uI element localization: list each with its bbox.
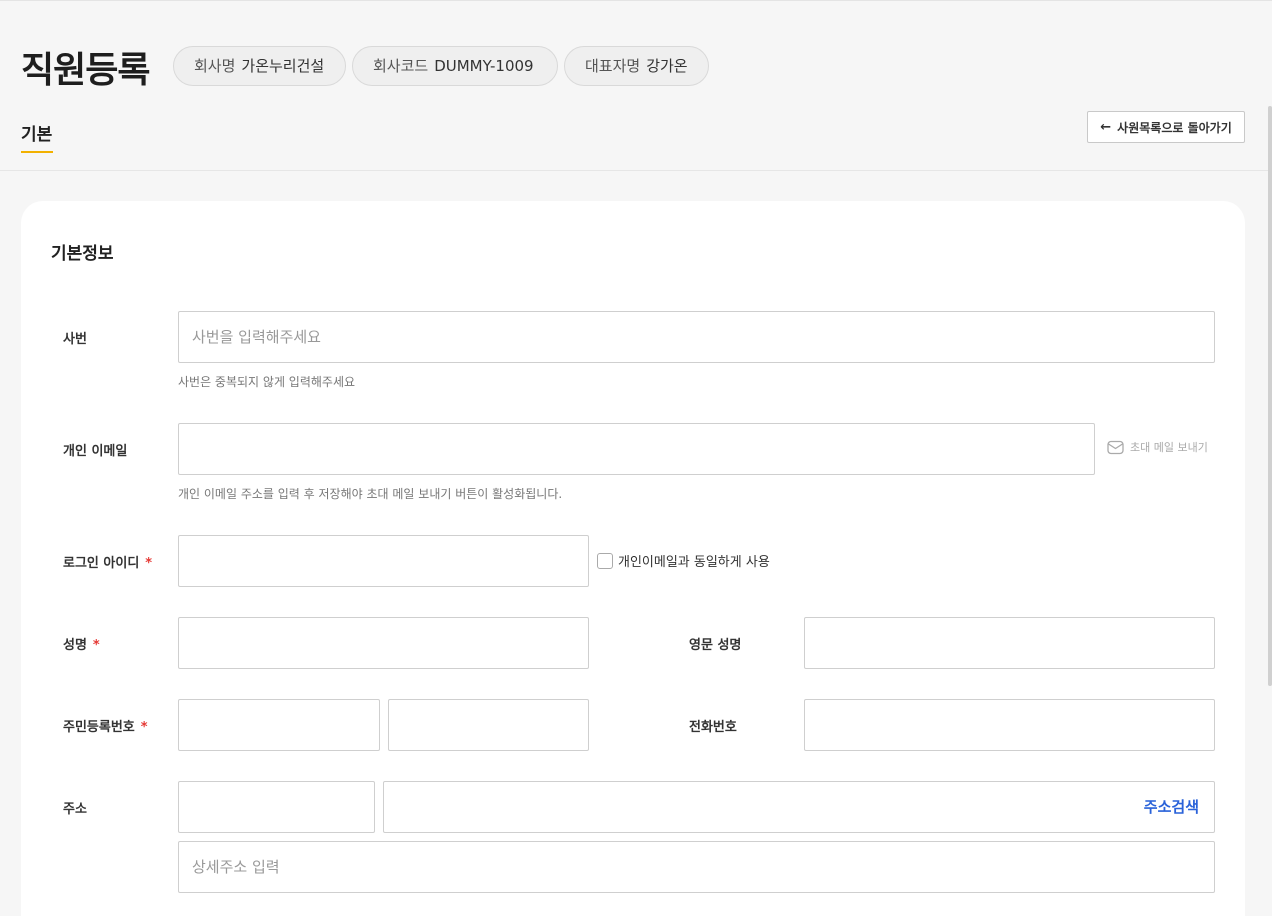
same-as-email-label: 개인이메일과 동일하게 사용 (618, 555, 770, 570)
back-to-employee-list-button[interactable]: ← 사원목록으로 돌아가기 (1087, 111, 1245, 143)
login-id-label: 로그인 아이디 * (63, 552, 152, 571)
resident-no-back-input[interactable] (388, 699, 589, 751)
company-code-value: DUMMY-1009 (434, 57, 534, 75)
detail-address-input[interactable]: 상세주소 입력 (178, 841, 1215, 893)
company-name-value: 가온누리건설 (241, 57, 325, 75)
name-label: 성명 * (63, 634, 100, 653)
required-mark: * (145, 556, 153, 571)
resident-no-label-text: 주민등록번호 (63, 720, 135, 735)
personal-email-input[interactable] (178, 423, 1095, 475)
road-address-input[interactable]: 주소검색 (383, 781, 1215, 833)
company-name-key: 회사명 (194, 57, 236, 75)
back-button-label: 사원목록으로 돌아가기 (1117, 120, 1232, 135)
required-mark: * (140, 720, 148, 735)
employee-no-label: 사번 (63, 332, 87, 347)
tab-basic[interactable]: 기본 (21, 120, 52, 145)
employee-no-input[interactable]: 사번을 입력해주세요 (178, 311, 1215, 363)
address-label: 주소 (63, 802, 87, 817)
personal-email-hint: 개인 이메일 주소를 입력 후 저장해야 초대 메일 보내기 버튼이 활성화됩니… (178, 487, 563, 501)
address-search-button[interactable]: 주소검색 (1144, 782, 1199, 832)
resident-no-label: 주민등록번호 * (63, 716, 148, 735)
company-code-chip: 회사코드 DUMMY-1009 (352, 46, 558, 86)
section-title: 기본정보 (51, 244, 114, 264)
company-name-chip: 회사명 가온누리건설 (173, 46, 346, 86)
ceo-name-key: 대표자명 (585, 57, 641, 75)
phone-input[interactable] (804, 699, 1215, 751)
zipcode-input[interactable] (178, 781, 375, 833)
scrollbar[interactable] (1268, 106, 1272, 686)
english-name-input[interactable] (804, 617, 1215, 669)
company-code-key: 회사코드 (373, 57, 429, 75)
english-name-label: 영문 성명 (689, 638, 742, 653)
login-id-label-text: 로그인 아이디 (63, 556, 140, 571)
send-invite-mail-button[interactable]: 초대 메일 보내기 (1107, 439, 1208, 455)
employee-no-hint: 사번은 중복되지 않게 입력해주세요 (178, 375, 356, 389)
page-header: 직원등록 회사명 가온누리건설 회사코드 DUMMY-1009 대표자명 강가온 기본… (0, 1, 1272, 171)
resident-no-front-input[interactable] (178, 699, 380, 751)
required-mark: * (92, 638, 100, 653)
phone-label: 전화번호 (689, 720, 737, 735)
send-invite-label: 초대 메일 보내기 (1130, 441, 1208, 454)
page-title: 직원등록 (21, 50, 150, 91)
mail-icon (1107, 440, 1124, 454)
arrow-left-icon: ← (1100, 119, 1112, 135)
personal-email-label: 개인 이메일 (63, 444, 128, 459)
same-as-email-option[interactable]: 개인이메일과 동일하게 사용 (597, 551, 770, 570)
same-as-email-checkbox[interactable] (597, 552, 613, 569)
ceo-name-value: 강가온 (646, 57, 688, 75)
ceo-name-chip: 대표자명 강가온 (564, 46, 709, 86)
name-label-text: 성명 (63, 638, 87, 653)
tab-active-indicator (21, 151, 53, 153)
login-id-input[interactable] (178, 535, 589, 587)
name-input[interactable] (178, 617, 589, 669)
